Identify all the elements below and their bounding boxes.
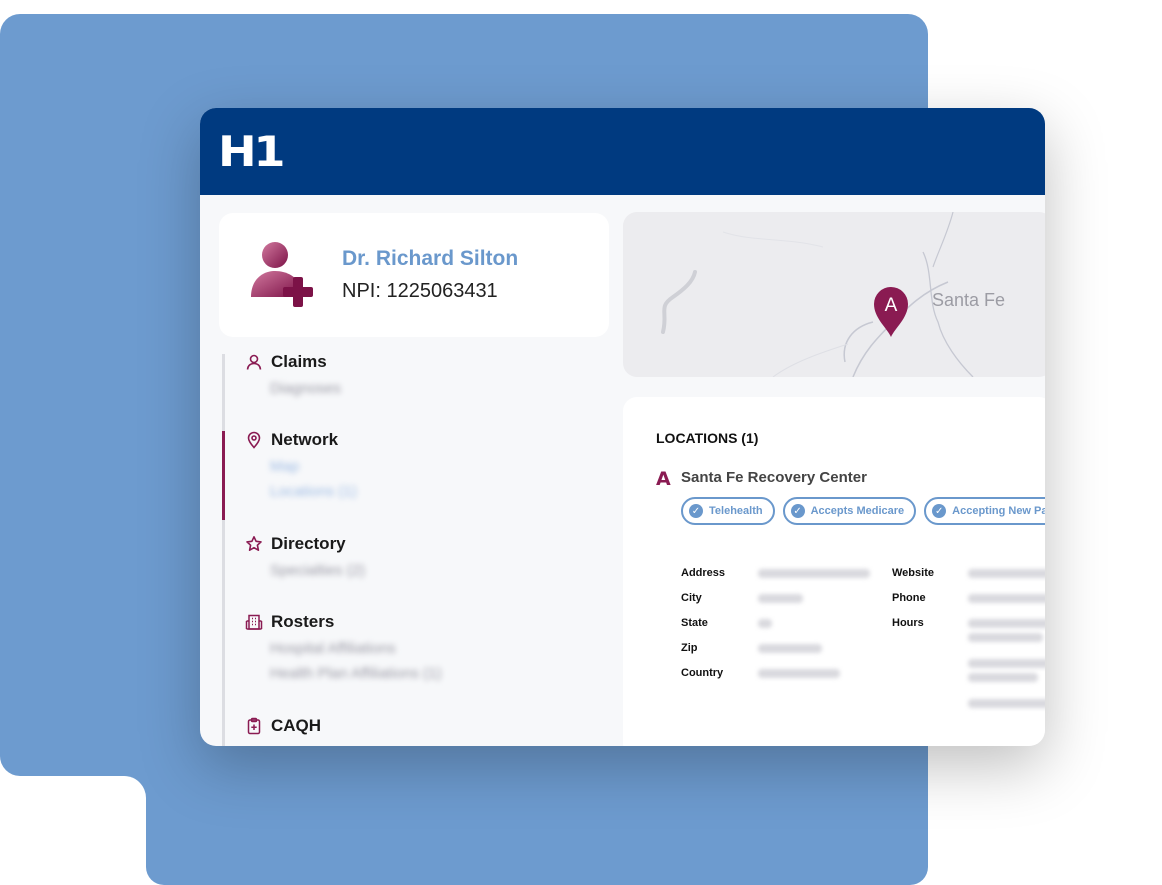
badge-accepts-medicare: ✓ Accepts Medicare — [782, 497, 917, 525]
zip-value-redacted — [758, 644, 822, 653]
badge-telehealth: ✓ Telehealth — [681, 497, 775, 525]
provider-name: Dr. Richard Silton — [342, 247, 519, 270]
website-value-redacted — [968, 569, 1045, 578]
phone-label: Phone — [892, 592, 926, 604]
locations-panel: LOCATIONS (1) A Santa Fe Recovery Center… — [623, 397, 1045, 746]
provider-npi: NPI: 1225063431 — [342, 280, 498, 302]
check-icon: ✓ — [689, 504, 703, 518]
address-value-redacted — [758, 569, 870, 578]
nav-active-indicator — [222, 431, 225, 520]
hours-label: Hours — [892, 617, 924, 629]
hours-value-redacted — [968, 699, 1045, 708]
phone-value-redacted — [968, 594, 1045, 603]
nav-subitem[interactable]: Health Plan Affiliations (1) — [270, 665, 441, 682]
provider-profile-card: Dr. Richard Silton NPI: 1225063431 — [219, 213, 609, 337]
building-icon — [245, 614, 263, 630]
map-view[interactable]: Santa Fe A — [623, 212, 1045, 377]
city-label: City — [681, 592, 702, 604]
map-city-label: Santa Fe — [932, 290, 1006, 310]
nav-item-label: Network — [271, 430, 339, 449]
nav-item-label: Claims — [271, 352, 327, 371]
nav-item-label: Rosters — [271, 612, 335, 631]
h1-logo[interactable]: H1 — [218, 127, 286, 176]
state-value-redacted — [758, 619, 772, 628]
country-label: Country — [681, 667, 724, 679]
country-value-redacted — [758, 669, 840, 678]
clipboard-plus-icon — [247, 717, 261, 735]
nav-item-label: CAQH — [271, 716, 322, 735]
star-icon — [246, 536, 262, 551]
app-window: H1 Dr. Richard Silton NPI: 1225063431 Cl… — [200, 108, 1045, 746]
check-icon: ✓ — [932, 504, 947, 518]
nav-subitem[interactable]: Specialties (2) — [270, 562, 365, 579]
location-pin-icon — [247, 431, 261, 449]
nav-subitem[interactable]: Map — [270, 458, 357, 475]
state-label: State — [681, 617, 708, 629]
person-icon — [246, 354, 262, 370]
badge-label: Accepting New Patients — [952, 505, 1045, 517]
nav-item-directory[interactable]: Directory Specialties (2) — [245, 534, 365, 579]
hours-value-redacted — [968, 633, 1043, 642]
check-icon: ✓ — [790, 504, 805, 518]
map-pin-icon[interactable]: A — [873, 286, 909, 338]
nav-item-rosters[interactable]: Rosters Hospital Affiliations Health Pla… — [245, 612, 441, 682]
badge-label: Telehealth — [709, 505, 763, 517]
provider-avatar-icon — [251, 242, 313, 307]
nav-subitem[interactable]: Diagnoses — [270, 380, 341, 397]
location-name[interactable]: Santa Fe Recovery Center — [681, 469, 867, 486]
nav-item-label: Directory — [271, 534, 346, 553]
locations-heading: LOCATIONS (1) — [656, 430, 759, 446]
nav-item-network[interactable]: Network Map Locations (1) — [245, 430, 357, 500]
hours-value-redacted — [968, 673, 1038, 682]
nav-subitem[interactable]: Locations (1) — [270, 483, 357, 500]
nav-subitem[interactable]: Hospital Affiliations — [270, 640, 441, 657]
zip-label: Zip — [681, 642, 698, 654]
hours-value-redacted — [968, 659, 1045, 668]
map-pin-label: A — [885, 295, 898, 316]
location-badges: ✓ Telehealth ✓ Accepts Medicare ✓ Accept… — [681, 497, 1045, 525]
website-label: Website — [892, 567, 934, 579]
badge-accepting-new-patients: ✓ Accepting New Patients — [924, 497, 1045, 525]
badge-label: Accepts Medicare — [810, 505, 905, 517]
app-header: H1 — [200, 108, 1045, 195]
background-notch — [120, 776, 146, 802]
location-marker: A — [656, 468, 671, 490]
address-label: Address — [681, 567, 726, 579]
nav-item-caqh[interactable]: CAQH — [245, 716, 321, 736]
nav-timeline — [222, 354, 225, 746]
city-value-redacted — [758, 594, 803, 603]
hours-value-redacted — [968, 619, 1045, 628]
nav-item-claims[interactable]: Claims Diagnoses — [245, 352, 341, 397]
